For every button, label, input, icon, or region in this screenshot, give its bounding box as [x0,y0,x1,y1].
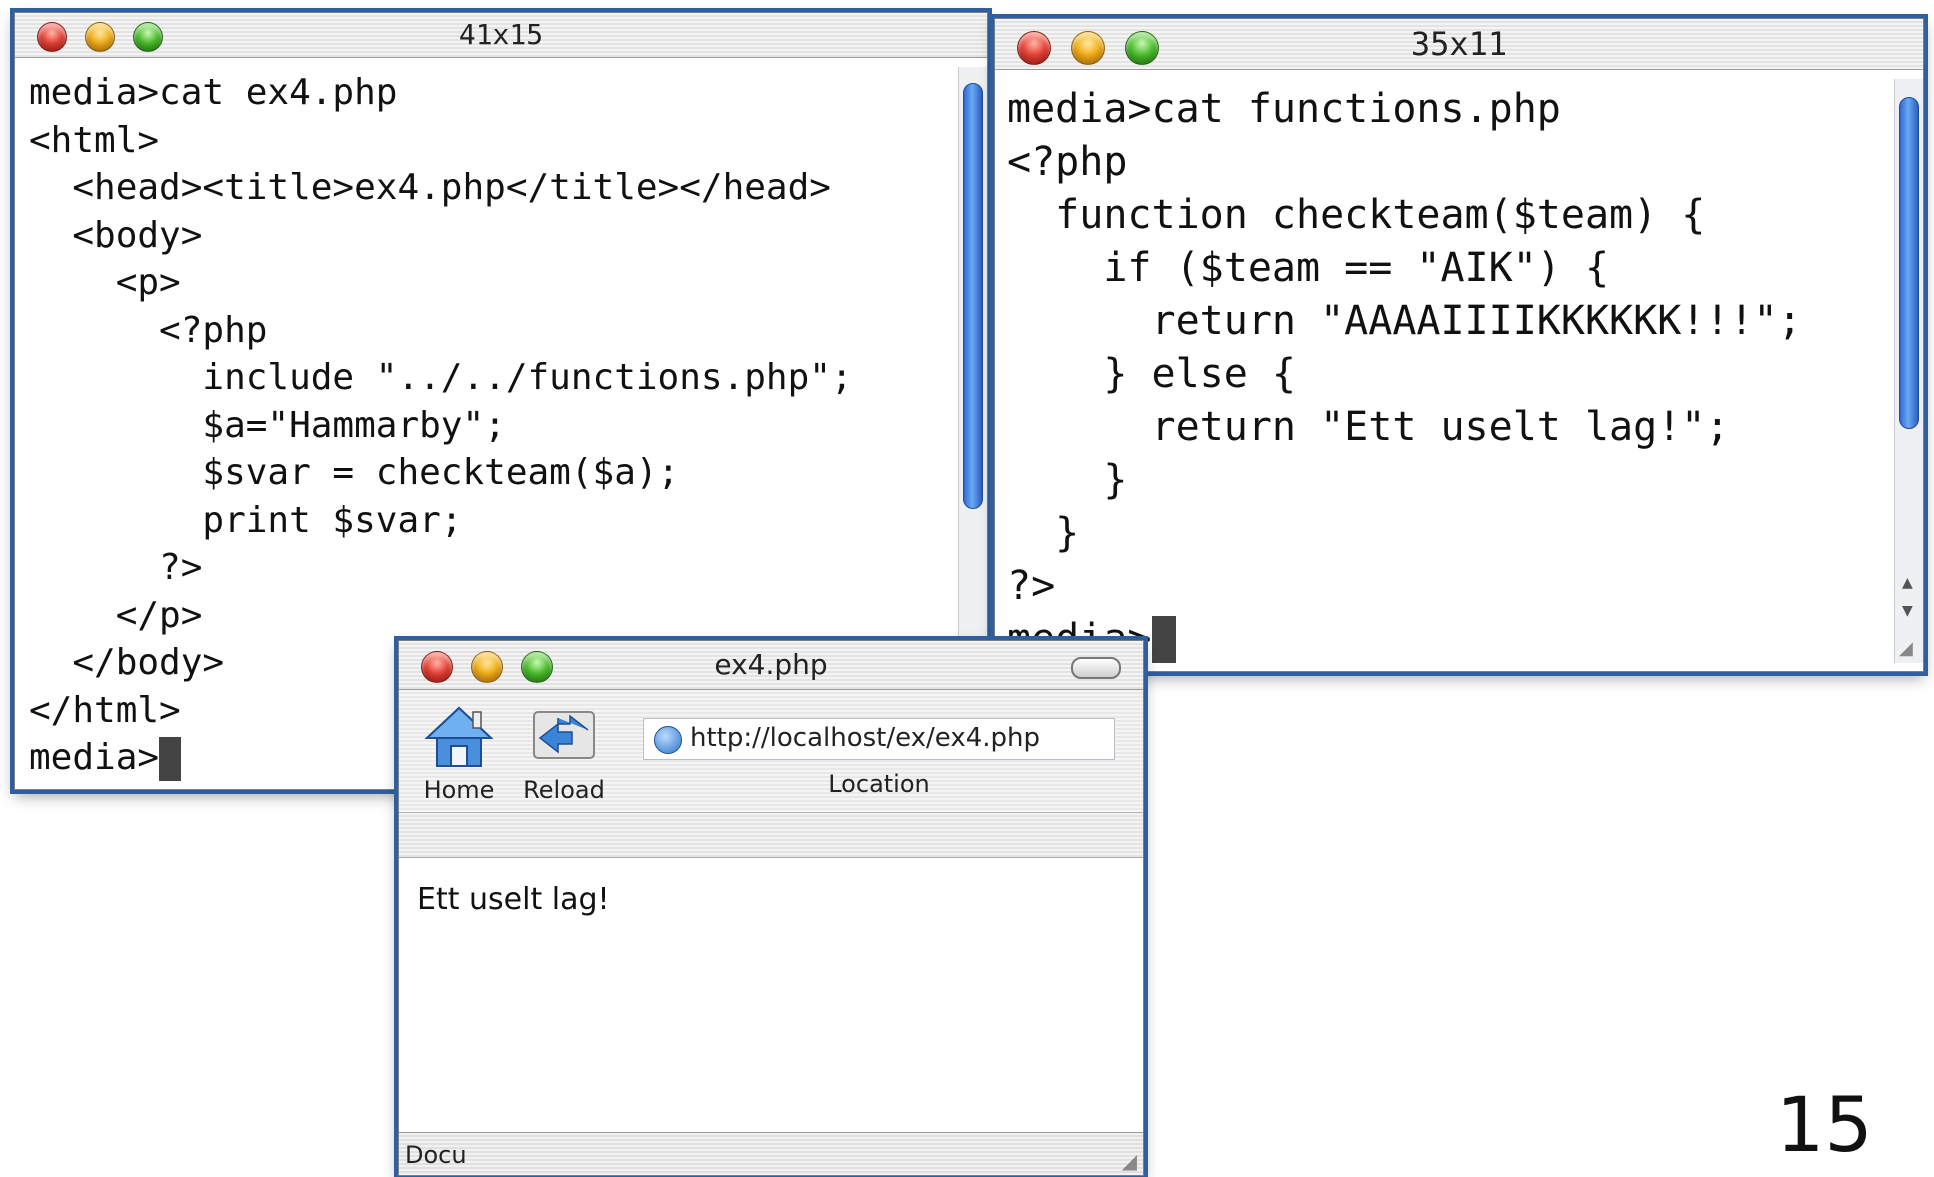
location-label: Location [828,770,930,798]
terminal-line: } [1007,510,1080,556]
window-title: 35x11 [1410,25,1508,63]
home-button[interactable]: Home [421,704,497,804]
terminal-line: include "../../functions.php"; [29,357,853,398]
terminal-line: media>cat functions.php [1007,86,1561,132]
terminal-line: } else { [1007,351,1296,397]
home-label: Home [423,776,495,804]
terminal-line: print $svar; [29,499,463,541]
scroll-down-arrow-icon[interactable]: ▼ [1902,603,1913,619]
toolbar-toggle-button[interactable] [1071,657,1121,679]
terminal-line: <?php [1007,139,1128,185]
text-cursor [159,737,182,781]
reload-label: Reload [523,776,605,804]
bookmarks-bar [399,813,1143,858]
status-bar: Docu ◢ [399,1132,1143,1175]
terminal-line: ?> [29,547,203,588]
terminal-line: if ($team == "AIK") { [1007,245,1610,291]
reload-button[interactable]: Reload [523,704,605,804]
terminal-line: function checkteam($team) { [1007,192,1706,238]
url-field[interactable]: http://localhost/ex/ex4.php [643,718,1115,760]
terminal-right-titlebar[interactable]: 35x11 [995,19,1923,70]
reload-icon [533,711,595,759]
window-title: 41x15 [458,18,544,51]
scrollbar-thumb[interactable] [1899,97,1919,429]
resize-grip-icon[interactable]: ◢ [1899,638,1913,659]
terminal-line: <?php [29,309,268,351]
scrollbar[interactable]: ▲ ▼ ◢ [1894,79,1923,663]
resize-grip-icon[interactable]: ◢ [1122,1149,1137,1173]
page-text: Ett uselt lag! [417,882,610,917]
terminal-window-right: 35x11 media>cat functions.php <?php func… [994,18,1924,672]
terminal-left-titlebar[interactable]: 41x15 [15,13,987,58]
terminal-line: return "Ett uselt lag!"; [1007,404,1730,450]
terminal-line: $a="Hammarby"; [29,404,506,446]
page-number: 15 [1776,1080,1873,1169]
scrollbar-thumb[interactable] [963,83,983,509]
terminal-prompt: media> [29,737,160,778]
terminal-line: <html> [29,119,160,161]
scroll-up-arrow-icon[interactable]: ▲ [1902,575,1913,591]
page-content: Ett uselt lag! [399,858,1143,1133]
terminal-line: </p> [29,594,203,636]
url-text: http://localhost/ex/ex4.php [690,723,1041,753]
terminal-output[interactable]: media>cat functions.php <?php function c… [1007,83,1802,663]
browser-toolbar: Home Reload http://localhost/ex/ex4.php … [399,690,1143,813]
terminal-line: <head><title>ex4.php</title></head> [29,167,831,208]
terminal-line: $svar = checkteam($a); [29,452,680,493]
globe-icon [654,726,682,754]
terminal-line: } [1007,457,1128,503]
terminal-line: media>cat ex4.php [29,72,398,113]
text-cursor [1151,616,1176,663]
terminal-line: </body> [29,642,225,683]
terminal-line: <p> [29,262,181,303]
status-text: Docu [405,1141,467,1169]
home-icon [424,706,494,767]
terminal-line: </html> [29,689,181,731]
browser-titlebar[interactable]: ex4.php [399,641,1143,690]
browser-window: ex4.php Home Reload http://localhost/ex/… [398,640,1144,1176]
terminal-line: return "AAAAIIIIKKKKKK!!!"; [1007,298,1802,344]
window-title: ex4.php [714,648,828,681]
terminal-line: <body> [29,214,203,256]
terminal-line: ?> [1007,563,1056,609]
